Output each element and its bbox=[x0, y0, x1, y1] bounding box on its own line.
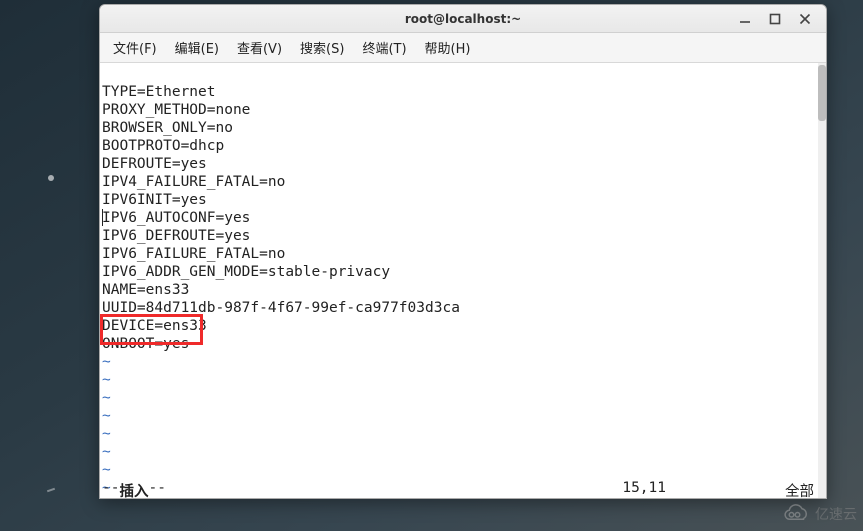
window-title: root@localhost:~ bbox=[405, 12, 521, 26]
vim-tilde: ~ bbox=[102, 462, 111, 478]
menubar: 文件(F) 编辑(E) 查看(V) 搜索(S) 终端(T) 帮助(H) bbox=[100, 33, 826, 63]
vim-tilde: ~ bbox=[102, 372, 111, 388]
maximize-icon bbox=[769, 13, 781, 25]
config-line: TYPE=Ethernet bbox=[102, 84, 216, 100]
watermark-text: 亿速云 bbox=[815, 504, 857, 524]
config-line: IPV6INIT=yes bbox=[102, 192, 207, 208]
vim-tilde: ~ bbox=[102, 426, 111, 442]
vim-mode-suffix: -- bbox=[148, 480, 165, 498]
config-line: BROWSER_ONLY=no bbox=[102, 120, 233, 136]
menu-terminal[interactable]: 终端(T) bbox=[353, 34, 415, 61]
vim-mode: 插入 bbox=[119, 480, 148, 498]
menu-search[interactable]: 搜索(S) bbox=[291, 34, 353, 61]
config-line: IPV6_DEFROUTE=yes bbox=[102, 228, 250, 244]
config-line: BOOTPROTO=dhcp bbox=[102, 138, 224, 154]
scrollbar-thumb[interactable] bbox=[818, 65, 826, 121]
config-line: IPV6_FAILURE_FATAL=no bbox=[102, 246, 285, 262]
watermark: 亿速云 bbox=[781, 501, 857, 527]
vim-tilde: ~ bbox=[102, 444, 111, 460]
vim-scroll-percent: 全部 bbox=[785, 480, 814, 498]
config-line: PROXY_METHOD=none bbox=[102, 102, 250, 118]
close-button[interactable] bbox=[796, 10, 814, 28]
config-line: NAME=ens33 bbox=[102, 282, 189, 298]
vim-status-line: -- 插入 -- 15,11 全部 bbox=[102, 480, 816, 498]
config-line: DEFROUTE=yes bbox=[102, 156, 207, 172]
config-line: IPV6_ADDR_GEN_MODE=stable-privacy bbox=[102, 264, 390, 280]
menu-help[interactable]: 帮助(H) bbox=[416, 34, 480, 61]
close-icon bbox=[799, 13, 811, 25]
vim-cursor-position: 15,11 bbox=[622, 480, 666, 496]
vim-tilde: ~ bbox=[102, 408, 111, 424]
cloud-icon bbox=[781, 503, 811, 525]
config-line: UUID=84d711db-987f-4f67-99ef-ca977f03d3c… bbox=[102, 300, 460, 316]
config-line: IPV6_AUTOCONF=yes bbox=[102, 210, 250, 226]
maximize-button[interactable] bbox=[766, 10, 784, 28]
vim-tilde: ~ bbox=[102, 354, 111, 370]
minimize-icon bbox=[739, 13, 751, 25]
window-controls bbox=[736, 5, 822, 32]
menu-edit[interactable]: 编辑(E) bbox=[166, 34, 228, 61]
dock-indicator-dot bbox=[48, 175, 54, 181]
titlebar: root@localhost:~ bbox=[100, 5, 826, 33]
terminal-text: TYPE=Ethernet PROXY_METHOD=none BROWSER_… bbox=[102, 65, 816, 498]
config-line: ONBOOT=yes bbox=[102, 336, 189, 352]
vim-mode-prefix: -- bbox=[102, 480, 119, 498]
vim-tilde: ~ bbox=[102, 390, 111, 406]
minimize-button[interactable] bbox=[736, 10, 754, 28]
menu-view[interactable]: 查看(V) bbox=[228, 34, 291, 61]
config-line: DEVICE=ens33 bbox=[102, 318, 207, 334]
config-line: IPV4_FAILURE_FATAL=no bbox=[102, 174, 285, 190]
terminal-window: root@localhost:~ 文件(F) 编辑(E) 查看(V) 搜索(S)… bbox=[99, 4, 827, 499]
scrollbar[interactable] bbox=[818, 63, 826, 498]
dock-indicator-slash bbox=[47, 488, 55, 493]
terminal-viewport[interactable]: TYPE=Ethernet PROXY_METHOD=none BROWSER_… bbox=[100, 63, 826, 498]
menu-file[interactable]: 文件(F) bbox=[104, 34, 166, 61]
